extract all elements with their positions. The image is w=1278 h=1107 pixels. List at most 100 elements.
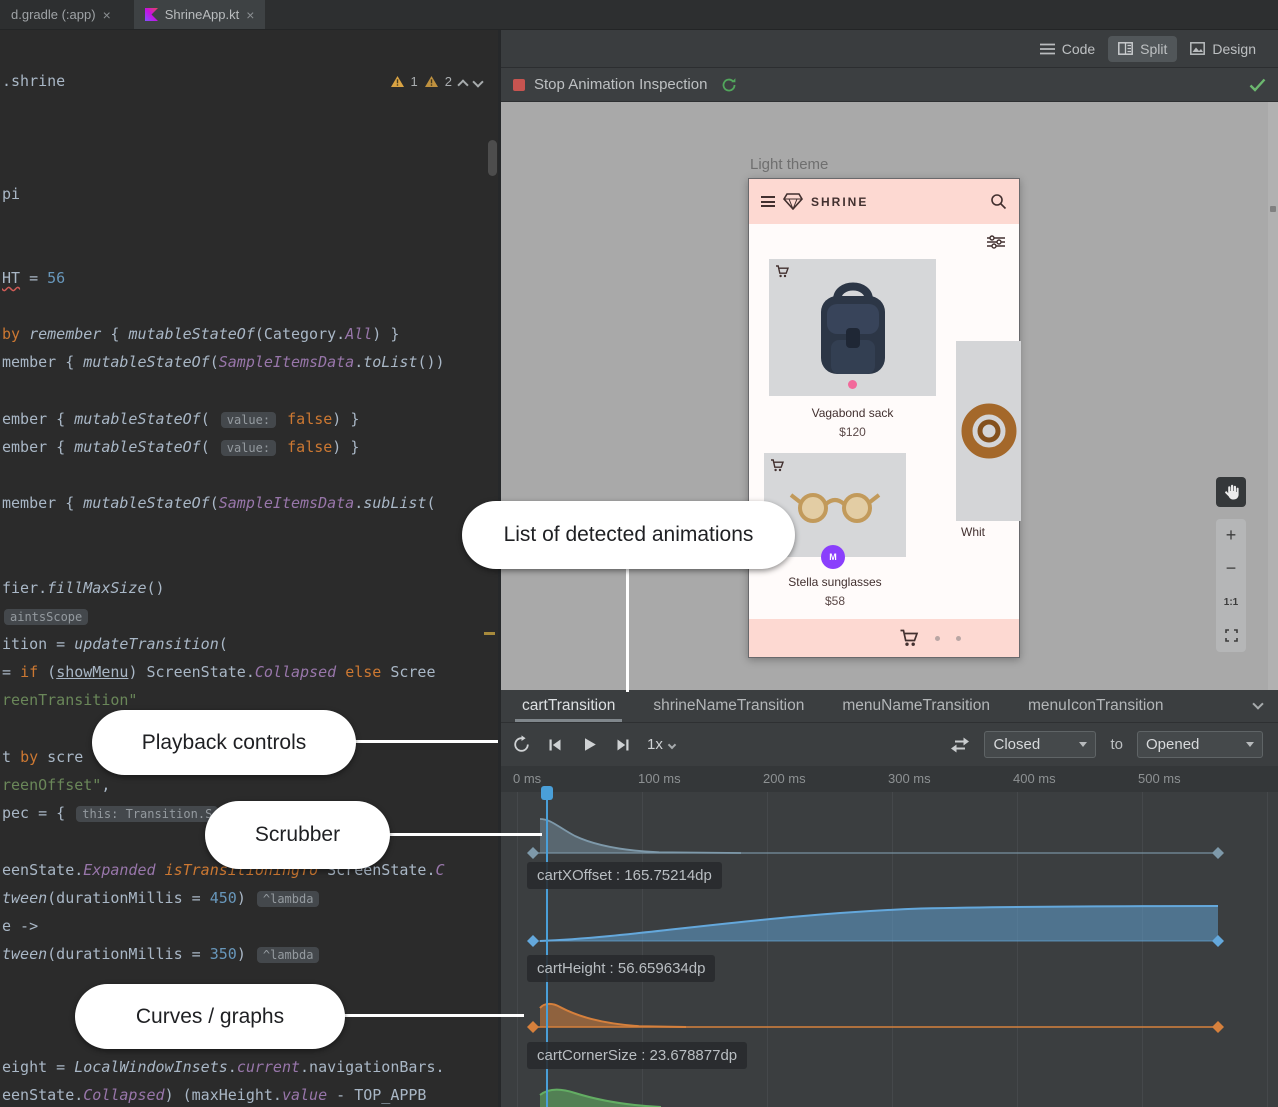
syntax-ok-icon	[1249, 78, 1266, 92]
code-line[interactable]: ember { mutableStateOf( value: false) }	[2, 409, 359, 429]
play-button[interactable]	[579, 735, 599, 755]
code-line[interactable]: ember { mutableStateOf( value: false) }	[2, 437, 359, 457]
code-line[interactable]: eenState.Collapsed) (maxHeight.value - T…	[2, 1085, 426, 1105]
code-line[interactable]: member { mutableStateOf(SampleItemsData.…	[2, 352, 445, 372]
pan-button[interactable]	[1216, 477, 1246, 507]
code-line[interactable]: fier.fillMaxSize()	[2, 578, 165, 598]
go-to-start-button[interactable]	[545, 735, 565, 755]
code-line[interactable]: e ->	[2, 916, 38, 936]
close-icon[interactable]: ×	[246, 8, 254, 22]
speed-value: 1x	[647, 736, 663, 753]
code-editor[interactable]: .shrine pi HT = 56 by remember { mutableSta…	[0, 68, 498, 1107]
code-token: (	[201, 410, 219, 428]
code-token: pec = {	[2, 804, 74, 822]
code-line[interactable]: reenOffset",	[2, 775, 110, 795]
warning-stripe-mark[interactable]	[484, 632, 495, 635]
product-card: Vagabond sack $120	[769, 259, 936, 439]
code-line[interactable]: = if (showMenu) ScreenState.Collapsed el…	[2, 662, 436, 682]
zoom-out-button[interactable]: −	[1216, 552, 1246, 585]
callout-label: Curves / graphs	[136, 1005, 284, 1029]
animation-tab-shrineNameTransition[interactable]: shrineNameTransition	[640, 690, 817, 722]
animation-tab-menuNameTransition[interactable]: menuNameTransition	[829, 690, 1003, 722]
animation-inspection-toolbar: Stop Animation Inspection	[501, 68, 1278, 102]
next-issue-button[interactable]	[472, 76, 483, 87]
code-token	[278, 410, 287, 428]
canvas-scroll-gutter[interactable]	[1268, 102, 1278, 690]
error-count: 1	[411, 74, 418, 89]
skip-previous-icon	[547, 737, 563, 753]
backpack-image	[807, 272, 899, 384]
mode-split[interactable]: Split	[1108, 36, 1177, 62]
code-line[interactable]: ition = updateTransition(	[2, 634, 228, 654]
zoom-in-button[interactable]: +	[1216, 519, 1246, 552]
code-icon	[1040, 43, 1055, 55]
swap-icon	[950, 737, 970, 753]
code-token: by	[20, 748, 38, 766]
code-line[interactable]: eight = LocalWindowInsets.current.naviga…	[2, 1057, 445, 1077]
mode-code[interactable]: Code	[1030, 36, 1105, 62]
product-image-backpack	[769, 259, 936, 396]
code-token: SampleItemsData	[219, 494, 354, 512]
code-line[interactable]: by remember { mutableStateOf(Category.Al…	[2, 324, 399, 344]
code-token: .shrine	[2, 72, 65, 90]
callout-label: List of detected animations	[504, 523, 754, 547]
code-line[interactable]: aintsScope	[2, 606, 90, 626]
code-line[interactable]: tween(durationMillis = 450) ^lambda	[2, 888, 321, 908]
preview-canvas[interactable]: Light theme SHRINE	[501, 102, 1278, 690]
zoom-toolbar: + − 1:1	[1216, 519, 1246, 652]
code-token: ()	[147, 579, 165, 597]
code-token: fillMaxSize	[47, 579, 146, 597]
code-line[interactable]: pec = { this: Transition.S	[2, 803, 220, 823]
inspections-widget[interactable]: 1 2	[391, 74, 482, 89]
animation-tab-menuIconTransition[interactable]: menuIconTransition	[1015, 690, 1177, 722]
replay-button[interactable]	[511, 735, 531, 755]
to-state-value: Opened	[1146, 736, 1199, 753]
code-token: eenState.	[2, 1086, 83, 1104]
code-token: (	[38, 663, 56, 681]
shrine-brand: SHRINE	[811, 195, 868, 209]
code-token: mutableStateOf	[74, 410, 200, 428]
scrubber-handle[interactable]	[541, 786, 553, 800]
animation-tab-cartTransition[interactable]: cartTransition	[509, 690, 628, 722]
close-icon[interactable]: ×	[103, 8, 111, 22]
speed-selector[interactable]: 1x	[647, 736, 675, 753]
code-token: {	[110, 325, 128, 343]
replay-icon	[512, 735, 531, 754]
swap-states-button[interactable]	[950, 735, 970, 755]
warning-icon	[425, 76, 438, 87]
play-icon	[581, 736, 598, 753]
code-line[interactable]: t by scre	[2, 747, 83, 767]
zoom-100-button[interactable]: 1:1	[1216, 586, 1246, 619]
curve-value-label: cartCornerSize : 23.678877dp	[527, 1042, 747, 1069]
stop-animation-inspection-button[interactable]: Stop Animation Inspection	[513, 76, 707, 93]
code-line[interactable]: pi	[2, 184, 20, 204]
playback-controls: 1x Closed to Opened	[501, 723, 1278, 766]
code-line[interactable]: tween(durationMillis = 350) ^lambda	[2, 944, 321, 964]
zoom-fit-button[interactable]	[1216, 619, 1246, 652]
go-to-end-button[interactable]	[613, 735, 633, 755]
code-token: else	[345, 663, 381, 681]
code-line[interactable]: HT = 56	[2, 268, 65, 288]
code-line[interactable]: member { mutableStateOf(SampleItemsData.…	[2, 493, 436, 513]
code-token: (	[201, 438, 219, 456]
prev-issue-button[interactable]	[457, 79, 468, 90]
inlay-hint: this: Transition.S	[76, 806, 218, 822]
to-label: to	[1110, 736, 1123, 753]
code-token	[156, 861, 165, 879]
tabs-overflow-chevron[interactable]	[1252, 698, 1263, 709]
editor-scrollbar[interactable]	[488, 140, 497, 176]
from-state-select[interactable]: Closed	[984, 731, 1096, 758]
code-token: (durationMillis =	[47, 889, 210, 907]
file-tab-gradle[interactable]: d.gradle (:app) ×	[0, 0, 122, 29]
refresh-icon[interactable]	[721, 77, 737, 93]
mode-design[interactable]: Design	[1180, 36, 1266, 62]
code-line[interactable]: .shrine	[2, 71, 65, 91]
to-state-select[interactable]: Opened	[1137, 731, 1263, 758]
file-tab-label: d.gradle (:app)	[11, 7, 96, 22]
menu-icon	[761, 194, 775, 210]
code-line[interactable]: reenTransition"	[2, 690, 137, 710]
tag-dot	[848, 380, 857, 389]
callout-playback-controls: Playback controls	[92, 710, 356, 775]
kotlin-file-icon	[145, 8, 158, 21]
file-tab-shrineapp[interactable]: ShrineApp.kt ×	[134, 0, 266, 29]
